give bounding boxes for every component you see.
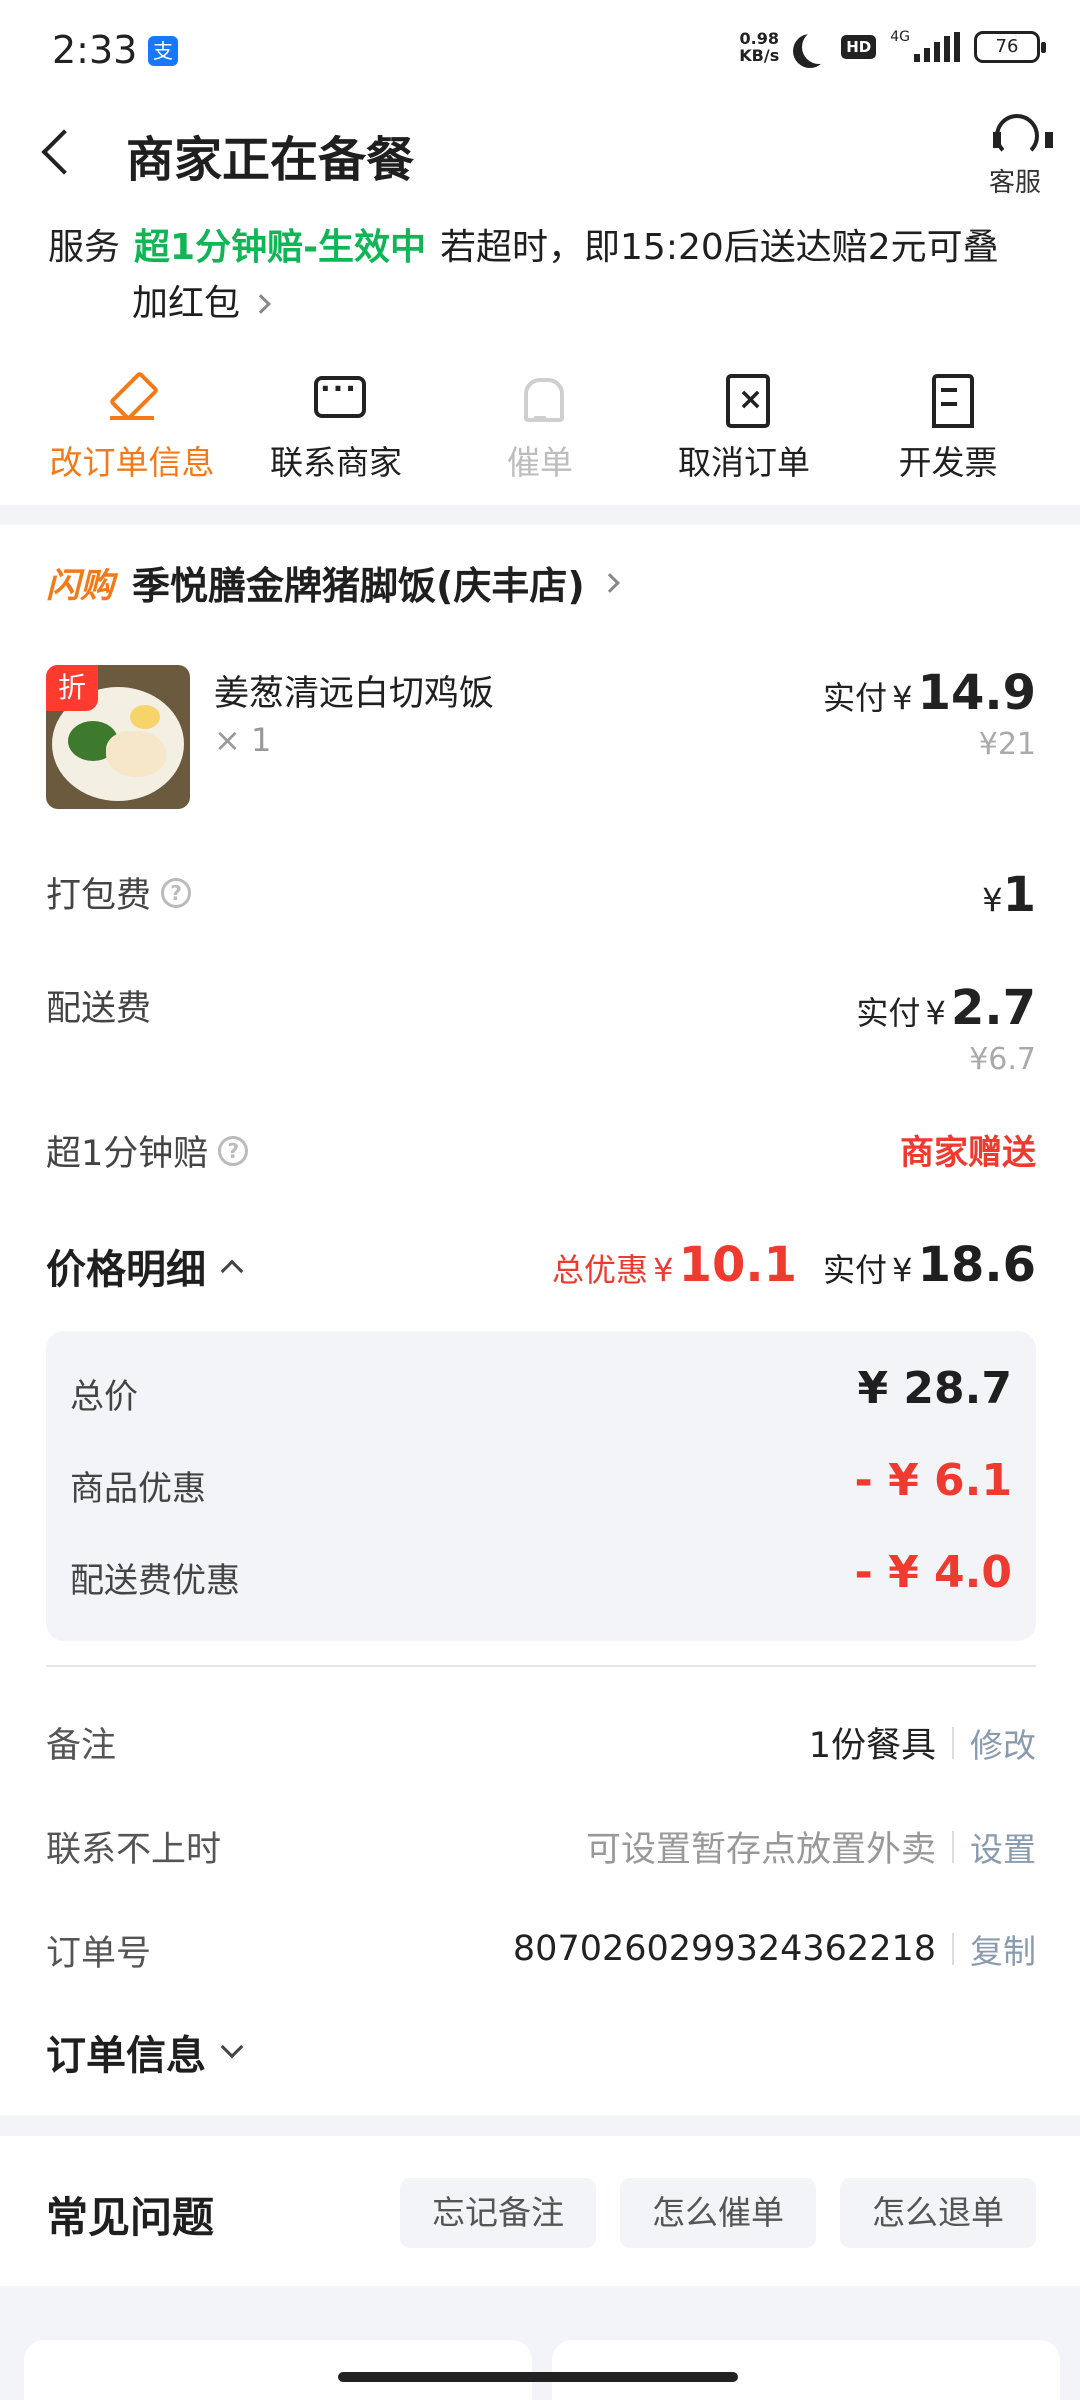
invoice-icon bbox=[924, 372, 974, 428]
faq-chip[interactable]: 怎么退单 bbox=[840, 2178, 1036, 2248]
order-actions: 改订单信息 联系商家 催单 取消订单 开发票 bbox=[32, 372, 1048, 484]
do-not-disturb-icon bbox=[802, 30, 836, 64]
customer-service-label: 客服 bbox=[988, 168, 1041, 198]
chevron-up-icon bbox=[220, 1259, 244, 1283]
chevron-right-icon bbox=[251, 294, 271, 314]
edit-icon bbox=[108, 372, 156, 424]
faq-chip[interactable]: 怎么催单 bbox=[620, 2178, 816, 2248]
invoice-button[interactable]: 开发票 bbox=[848, 372, 1048, 484]
faq-title: 常见问题 bbox=[46, 2193, 215, 2242]
item-quantity: × 1 bbox=[214, 721, 272, 759]
back-button[interactable] bbox=[38, 122, 78, 182]
total-paid-value: 18.6 bbox=[917, 1237, 1036, 1293]
chat-icon bbox=[312, 372, 366, 424]
network-type: 4G bbox=[890, 29, 910, 45]
urge-order-button[interactable]: 催单 bbox=[440, 372, 640, 484]
faq-section: 常见问题 忘记备注 怎么催单 怎么退单 bbox=[0, 2136, 1080, 2286]
contact-merchant-label: 联系商家 bbox=[270, 443, 402, 482]
discount-tag: 折 bbox=[46, 665, 98, 711]
bottom-cards-peek bbox=[0, 2330, 1080, 2400]
price-breakdown: 总价 ¥ 28.7 商品优惠 - ¥ 6.1 配送费优惠 - ¥ 4.0 bbox=[46, 1331, 1036, 1641]
cancel-order-icon bbox=[720, 372, 770, 428]
late-compensation-label: 超1分钟赔 bbox=[46, 1134, 209, 1174]
alipay-icon: 支 bbox=[148, 36, 178, 66]
item-paid-value: 14.9 bbox=[917, 665, 1036, 721]
packing-fee-value: 1 bbox=[1002, 867, 1036, 923]
headset-icon bbox=[989, 110, 1053, 158]
battery-icon: 76 bbox=[974, 31, 1046, 63]
shop-link[interactable]: 闪购 季悦膳金牌猪脚饭(庆丰店) bbox=[46, 555, 620, 610]
item-original-price: ¥21 bbox=[978, 727, 1036, 762]
faq-chip[interactable]: 忘记备注 bbox=[400, 2178, 596, 2248]
delivery-fee-original: ¥6.7 bbox=[969, 1042, 1036, 1077]
hd-icon: HD bbox=[841, 35, 877, 59]
network-speed: 0.98 KB/s bbox=[739, 29, 780, 65]
status-time: 2:33 bbox=[52, 28, 138, 72]
delivery-fee-value: 2.7 bbox=[950, 980, 1036, 1036]
delivery-fee-label: 配送费 bbox=[46, 989, 152, 1029]
page-title: 商家正在备餐 bbox=[126, 132, 415, 188]
order-info-toggle[interactable]: 订单信息 bbox=[46, 2023, 1036, 2081]
breakdown-row: 商品优惠 - ¥ 6.1 bbox=[70, 1455, 1012, 1509]
divider bbox=[46, 1665, 1036, 1667]
signal-icon bbox=[914, 32, 960, 62]
edit-order-label: 改订单信息 bbox=[49, 443, 215, 482]
late-compensation-row: 超1分钟赔? 商家赠送 bbox=[46, 1125, 1036, 1176]
customer-service-button[interactable]: 客服 bbox=[980, 110, 1053, 199]
service-guarantee[interactable]: 服务 超1分钟赔-生效中 若超时，即15:20后送达赔2元可叠 加红包 bbox=[48, 220, 1028, 332]
delivery-fee-row: 配送费 实付 ¥ 2.7 ¥6.7 bbox=[46, 980, 1036, 1077]
service-label: 服务 bbox=[48, 227, 121, 268]
item-price: 实付 ¥ 14.9 ¥21 bbox=[823, 665, 1036, 762]
packing-fee-label: 打包费 bbox=[46, 876, 152, 916]
breakdown-row: 总价 ¥ 28.7 bbox=[70, 1363, 1012, 1417]
help-icon[interactable]: ? bbox=[218, 1135, 249, 1166]
shop-name: 季悦膳金牌猪脚饭(庆丰店) bbox=[132, 564, 585, 608]
order-number-value: 8070260299324362218 bbox=[512, 1929, 936, 1969]
order-info-title: 订单信息 bbox=[46, 2033, 206, 2079]
remark-row: 备注 1份餐具 修改 bbox=[46, 1717, 1036, 1768]
remark-value: 1份餐具 bbox=[808, 1726, 936, 1766]
order-status-header: 商家正在备餐 客服 服务 超1分钟赔-生效中 若超时，即15:20后送达赔2元可叠 … bbox=[0, 100, 1080, 505]
breakdown-row: 配送费优惠 - ¥ 4.0 bbox=[70, 1547, 1012, 1601]
status-icons: 0.98 KB/s HD 4G 76 bbox=[739, 29, 1046, 65]
remark-label: 备注 bbox=[46, 1726, 117, 1766]
total-discount-value: 10.1 bbox=[678, 1237, 797, 1293]
cancel-order-button[interactable]: 取消订单 bbox=[644, 372, 844, 484]
item-thumbnail: 折 bbox=[46, 665, 190, 809]
price-detail-header[interactable]: 价格明细 总优惠 ¥ 10.1 实付 ¥ 18.6 bbox=[46, 1237, 1036, 1295]
edit-remark-link[interactable]: 修改 bbox=[970, 1719, 1036, 1767]
unreachable-value: 可设置暂存点放置外卖 bbox=[585, 1830, 936, 1870]
home-indicator[interactable] bbox=[338, 2372, 738, 2382]
order-number-label: 订单号 bbox=[46, 1934, 152, 1974]
status-bar: 2:33 支 0.98 KB/s HD 4G 76 bbox=[0, 0, 1080, 100]
flash-badge: 闪购 bbox=[46, 566, 114, 606]
order-card: 闪购 季悦膳金牌猪脚饭(庆丰店) 折 姜葱清远白切鸡饭 × 1 实付 ¥ 14.… bbox=[0, 525, 1080, 2115]
item-name: 姜葱清远白切鸡饭 bbox=[214, 674, 495, 714]
cancel-order-label: 取消订单 bbox=[678, 443, 810, 482]
service-highlight: 超1分钟赔-生效中 bbox=[134, 227, 427, 268]
help-icon[interactable]: ? bbox=[161, 877, 192, 908]
bell-icon bbox=[516, 372, 564, 424]
packing-fee-row: 打包费? ¥1 bbox=[46, 867, 1036, 923]
unreachable-row: 联系不上时 可设置暂存点放置外卖 设置 bbox=[46, 1821, 1036, 1872]
edit-order-button[interactable]: 改订单信息 bbox=[32, 372, 232, 484]
service-text: 若超时，即15:20后送达赔2元可叠 bbox=[440, 227, 999, 268]
recommend-card[interactable] bbox=[552, 2340, 1060, 2400]
price-detail-title: 价格明细 bbox=[46, 1247, 206, 1293]
set-dropoff-link[interactable]: 设置 bbox=[970, 1823, 1036, 1871]
copy-order-number-link[interactable]: 复制 bbox=[970, 1925, 1036, 1973]
unreachable-label: 联系不上时 bbox=[46, 1830, 222, 1870]
contact-merchant-button[interactable]: 联系商家 bbox=[236, 372, 436, 484]
chevron-down-icon bbox=[220, 2035, 244, 2059]
order-number-row: 订单号 8070260299324362218 复制 bbox=[46, 1925, 1036, 1976]
recommend-card[interactable] bbox=[24, 2340, 532, 2400]
chevron-right-icon bbox=[599, 572, 620, 593]
late-compensation-value: 商家赠送 bbox=[900, 1133, 1036, 1173]
order-item[interactable]: 折 姜葱清远白切鸡饭 × 1 实付 ¥ 14.9 ¥21 bbox=[46, 665, 1036, 815]
urge-order-label: 催单 bbox=[507, 443, 573, 482]
service-text-line2: 加红包 bbox=[132, 283, 241, 324]
invoice-label: 开发票 bbox=[898, 443, 998, 482]
